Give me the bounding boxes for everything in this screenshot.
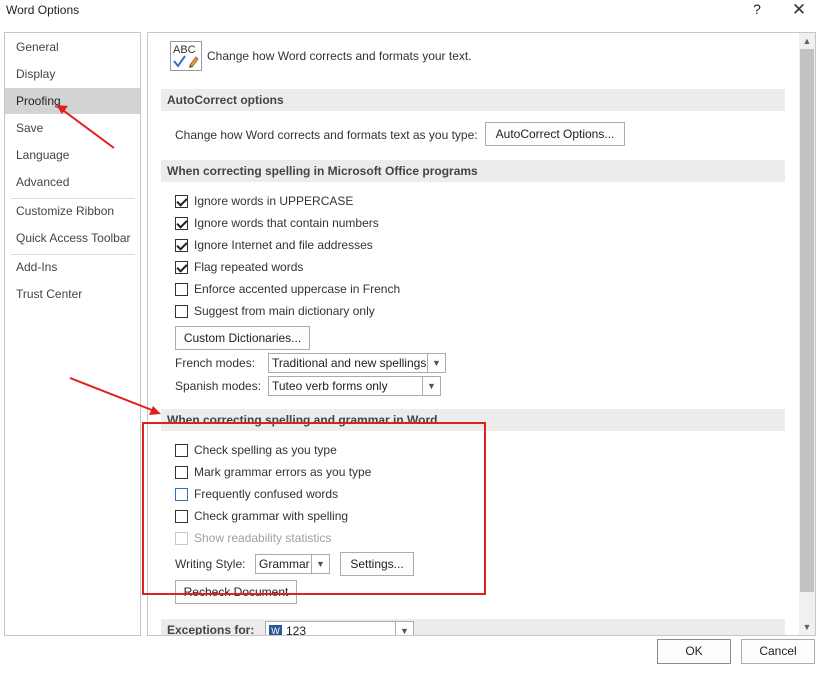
exceptions-label: Exceptions for: xyxy=(167,623,255,636)
writing-style-select[interactable]: Grammar ▼ xyxy=(255,554,330,574)
french-modes-value: Traditional and new spellings xyxy=(272,356,427,370)
nav-item-trust-center[interactable]: Trust Center xyxy=(5,281,140,307)
nav-item-save[interactable]: Save xyxy=(5,115,140,141)
section-word-spelling-title: When correcting spelling and grammar in … xyxy=(161,409,785,431)
writing-style-value: Grammar xyxy=(259,557,310,571)
section-exceptions: Exceptions for: xyxy=(161,619,785,636)
scroll-down-arrow-icon[interactable]: ▼ xyxy=(799,619,815,635)
proofing-panel: ABC Change how Word corrects and formats… xyxy=(147,32,816,636)
abc-icon-text: ABC xyxy=(173,44,196,56)
close-button[interactable]: ✕ xyxy=(790,0,808,20)
section-autocorrect-title: AutoCorrect options xyxy=(161,89,785,111)
option-label: Show readability statistics xyxy=(194,531,332,545)
writing-style-label: Writing Style: xyxy=(175,557,246,571)
section-office-spelling-title: When correcting spelling in Microsoft Of… xyxy=(161,160,785,182)
checkbox xyxy=(175,532,188,545)
autocorrect-options-button[interactable]: AutoCorrect Options... xyxy=(485,122,625,146)
chevron-down-icon: ▼ xyxy=(395,622,413,635)
option-label: Ignore Internet and file addresses xyxy=(194,238,373,252)
checkbox[interactable] xyxy=(175,466,188,479)
scroll-thumb[interactable] xyxy=(800,49,814,592)
header-text: Change how Word corrects and formats you… xyxy=(207,49,472,63)
title-bar: Word Options ? ✕ xyxy=(0,0,824,28)
french-modes-select[interactable]: Traditional and new spellings ▼ xyxy=(268,353,446,373)
exceptions-document-select[interactable]: W 123 ▼ xyxy=(265,621,414,636)
cancel-button[interactable]: Cancel xyxy=(741,639,815,664)
autocorrect-description: Change how Word corrects and formats tex… xyxy=(175,128,478,142)
recheck-document-button[interactable]: Recheck Document xyxy=(175,580,297,604)
option-label: Frequently confused words xyxy=(194,487,339,501)
checkbox[interactable] xyxy=(175,283,188,296)
nav-item-display[interactable]: Display xyxy=(5,61,140,87)
checkbox[interactable] xyxy=(175,305,188,318)
exceptions-document-value: 123 xyxy=(286,624,307,636)
option-label: Ignore words in UPPERCASE xyxy=(194,194,354,208)
option-label: Flag repeated words xyxy=(194,260,304,274)
nav-item-add-ins[interactable]: Add-Ins xyxy=(5,254,140,280)
word-document-icon: W xyxy=(269,625,282,635)
writing-style-settings-button[interactable]: Settings... xyxy=(340,552,414,576)
abc-proofing-icon: ABC xyxy=(170,41,202,71)
nav-item-advanced[interactable]: Advanced xyxy=(5,169,140,195)
nav-item-general[interactable]: General xyxy=(5,34,140,60)
option-label: Enforce accented uppercase in French xyxy=(194,282,401,296)
custom-dictionaries-button[interactable]: Custom Dictionaries... xyxy=(175,326,310,350)
checkbox[interactable] xyxy=(175,488,188,501)
scroll-up-arrow-icon[interactable]: ▲ xyxy=(799,33,815,49)
options-nav: General Display Proofing Save Language A… xyxy=(4,32,141,636)
option-label: Check grammar with spelling xyxy=(194,509,349,523)
chevron-down-icon: ▼ xyxy=(311,555,329,573)
french-modes-label: French modes: xyxy=(175,356,256,370)
checkbox[interactable] xyxy=(175,239,188,252)
nav-item-customize-ribbon[interactable]: Customize Ribbon xyxy=(5,198,140,224)
nav-item-quick-access-toolbar[interactable]: Quick Access Toolbar xyxy=(5,225,140,251)
ok-button[interactable]: OK xyxy=(657,639,731,664)
checkbox[interactable] xyxy=(175,195,188,208)
dialog-footer: OK Cancel xyxy=(0,636,824,676)
chevron-down-icon: ▼ xyxy=(422,377,440,395)
option-label: Suggest from main dictionary only xyxy=(194,304,375,318)
chevron-down-icon: ▼ xyxy=(427,354,445,372)
option-label: Ignore words that contain numbers xyxy=(194,216,379,230)
help-button[interactable]: ? xyxy=(749,1,765,17)
nav-item-language[interactable]: Language xyxy=(5,142,140,168)
checkbox[interactable] xyxy=(175,261,188,274)
checkbox[interactable] xyxy=(175,510,188,523)
nav-item-proofing[interactable]: Proofing xyxy=(5,88,140,114)
spanish-modes-label: Spanish modes: xyxy=(175,379,262,393)
window-title: Word Options xyxy=(6,3,80,17)
option-label: Check spelling as you type xyxy=(194,443,337,457)
spanish-modes-select[interactable]: Tuteo verb forms only ▼ xyxy=(268,376,441,396)
spanish-modes-value: Tuteo verb forms only xyxy=(272,379,388,393)
checkbox[interactable] xyxy=(175,444,188,457)
vertical-scrollbar[interactable]: ▲ ▼ xyxy=(799,33,815,635)
option-label: Mark grammar errors as you type xyxy=(194,465,372,479)
checkbox[interactable] xyxy=(175,217,188,230)
